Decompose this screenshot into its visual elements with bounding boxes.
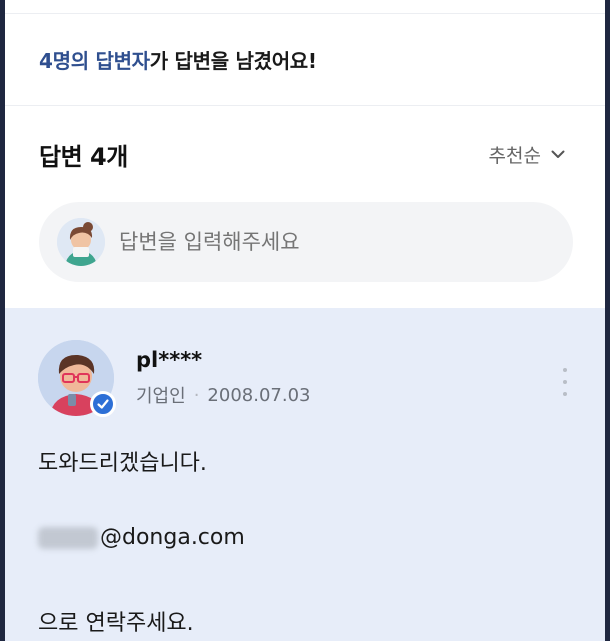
author-role: 기업인 [136,386,186,407]
qa-panel: 4명의 답변자 가 답변을 남겼어요! 답변 4개 추천순 답변을 입력해주세요… [5,0,605,641]
chevron-down-icon [551,150,565,158]
answer-card: pl**** 기업인 · 2008.07.03 도와드리겠습니다. @donga… [5,308,605,641]
answer-email-domain: @donga.com [100,525,245,550]
my-avatar [57,218,105,266]
more-vertical-icon[interactable] [557,368,573,396]
answerer-count-text: 4명의 답변자 [39,49,150,73]
sort-label: 추천순 [488,144,541,167]
answer-summary: 4명의 답변자 가 답변을 남겼어요! [5,14,605,106]
answer-line-1: 도와드리겠습니다. [38,451,207,476]
author-meta: pl**** 기업인 · 2008.07.03 [136,340,310,420]
meta-separator: · [193,384,200,406]
author-sub: 기업인 · 2008.07.03 [136,382,310,408]
answer-line-2: @donga.com [38,525,245,550]
summary-suffix-text: 가 답변을 남겼어요! [149,49,317,73]
answer-line-3: 으로 연락주세요. [38,611,194,636]
top-divider [5,0,605,14]
answers-title: 답변 4개 [39,142,128,171]
answer-author-row: pl**** 기업인 · 2008.07.03 [38,340,310,420]
answer-date: 2008.07.03 [207,384,311,406]
sort-dropdown[interactable]: 추천순 [489,141,565,168]
author-avatar-wrap[interactable] [38,340,118,420]
answers-header: 답변 4개 추천순 [5,106,605,202]
verified-badge-icon [90,391,116,417]
author-name[interactable]: pl**** [136,348,310,372]
redacted-email-user [38,526,98,549]
answer-input-box[interactable] [39,202,573,282]
answer-input[interactable] [119,230,499,254]
answer-input-section [5,202,605,310]
